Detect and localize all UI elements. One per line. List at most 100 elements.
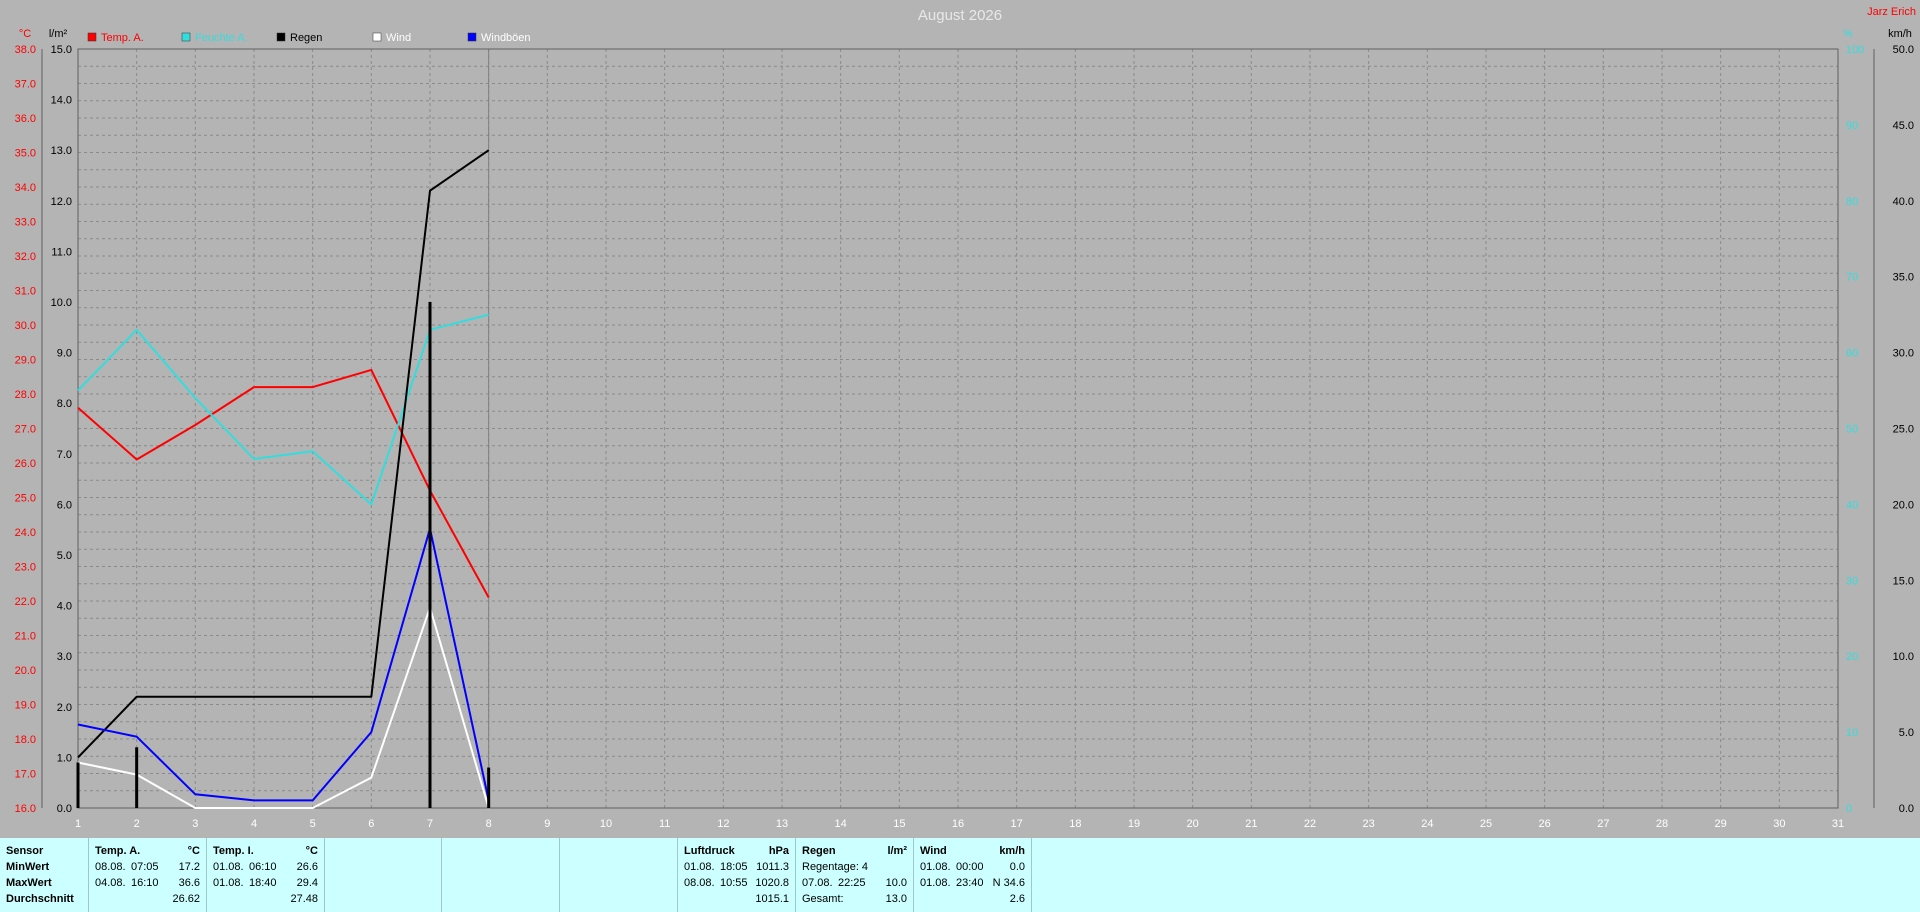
min-label: MinWert [6, 861, 50, 873]
humidity-tick-label: 30 [1846, 575, 1858, 587]
temp-tick-label: 35.0 [15, 148, 36, 160]
wind-average: 2.6 [1009, 893, 1025, 905]
x-tick-label: 21 [1245, 818, 1257, 830]
x-tick-label: 6 [368, 818, 374, 830]
wind-tick-label: 30.0 [1893, 348, 1914, 360]
temp-i-column: Temp. I. °C 01.08. 06:10 26.6 01.08. 18:40 29… [207, 838, 325, 912]
temp-tick-label: 29.0 [15, 355, 36, 367]
luftdruck-min-value: 1011.3 [756, 861, 789, 873]
wind-tick-label: 50.0 [1893, 44, 1914, 56]
x-tick-label: 14 [835, 818, 847, 830]
temp-tick-label: 21.0 [15, 631, 36, 643]
x-tick-label: 3 [192, 818, 198, 830]
wind-column: Wind km/h 01.08. 00:00 0.0 01.08. 23:40 N 34.… [914, 838, 1032, 912]
temp-tick-label: 33.0 [15, 217, 36, 229]
wind-min-time: 00:00 [956, 861, 984, 873]
temp-tick-label: 20.0 [15, 665, 36, 677]
temp-tick-label: 36.0 [15, 113, 36, 125]
temp-a-average: 26.62 [172, 893, 200, 905]
legend-swatch [372, 32, 382, 42]
x-tick-label: 20 [1187, 818, 1199, 830]
rain-tick-label: 12.0 [51, 196, 72, 208]
series-line [77, 368, 490, 598]
empty-column-2 [442, 838, 560, 912]
rain-tick-label: 1.0 [57, 752, 72, 764]
author-label: Jarz Erich [1867, 6, 1916, 18]
wind-tick-label: 0.0 [1899, 803, 1914, 815]
statistics-panel: Sensor MinWert MaxWert Durchschnitt Temp… [0, 838, 1920, 912]
series-line [77, 149, 490, 759]
temp-tick-label: 32.0 [15, 251, 36, 263]
wind-min-date: 01.08. [920, 861, 951, 873]
humidity-tick-label: 60 [1846, 348, 1858, 360]
temp-a-min-time: 07:05 [131, 861, 159, 873]
temp-tick-label: 25.0 [15, 493, 36, 505]
rain-tick-label: 0.0 [57, 803, 72, 815]
rain-tick-label: 13.0 [51, 145, 72, 157]
series-line [77, 527, 490, 802]
temp-i-min-value: 26.6 [296, 861, 318, 873]
weather-chart: August 2026 Jarz Erich°C l/m²% km/h16.017.0… [15, 6, 1916, 830]
humidity-tick-label: 50 [1846, 424, 1858, 436]
temp-a-min-value: 17.2 [178, 861, 200, 873]
wind-axis-unit: km/h [1888, 28, 1912, 40]
temp-i-max-date: 01.08. [213, 877, 244, 889]
rain-tick-label: 8.0 [57, 398, 72, 410]
regen-max-value: 10.0 [885, 877, 907, 889]
wind-min-value: 0.0 [1009, 861, 1025, 873]
temp-i-unit: °C [305, 845, 318, 857]
x-tick-label: 28 [1656, 818, 1668, 830]
x-tick-label: 7 [427, 818, 433, 830]
temp-tick-label: 31.0 [15, 286, 36, 298]
temp-tick-label: 30.0 [15, 320, 36, 332]
humidity-tick-label: 10 [1846, 727, 1858, 739]
temp-tick-label: 17.0 [15, 769, 36, 781]
regen-max-date: 07.08. [802, 877, 833, 889]
temp-tick-label: 19.0 [15, 700, 36, 712]
rain-tick-label: 7.0 [57, 449, 72, 461]
x-tick-label: 22 [1304, 818, 1316, 830]
luftdruck-max-date: 08.08. [684, 877, 715, 889]
wind-tick-label: 45.0 [1893, 120, 1914, 132]
temp-tick-label: 22.0 [15, 596, 36, 608]
temp-tick-label: 18.0 [15, 734, 36, 746]
temp-tick-label: 24.0 [15, 527, 36, 539]
rain-tick-label: 10.0 [51, 297, 72, 309]
series-line [77, 313, 489, 506]
rain-tick-label: 5.0 [57, 550, 72, 562]
regen-column: Regen l/m² Regentage: 4 07.08. 22:25 10.0 G… [796, 838, 914, 912]
luftdruck-average: 1015.1 [755, 893, 789, 905]
temp-tick-label: 28.0 [15, 389, 36, 401]
legend-label: Regen [290, 32, 322, 44]
temp-tick-label: 37.0 [15, 79, 36, 91]
temp-i-min-date: 01.08. [213, 861, 244, 873]
luftdruck-min-date: 01.08. [684, 861, 715, 873]
legend-label: Feuchte A. [195, 32, 248, 44]
regen-unit: l/m² [887, 845, 907, 857]
x-tick-label: 10 [600, 818, 612, 830]
wind-tick-label: 35.0 [1893, 272, 1914, 284]
legend-swatch [467, 32, 477, 42]
wind-max-time: 23:40 [956, 877, 984, 889]
temp-a-max-date: 04.08. [95, 877, 126, 889]
rain-tick-label: 9.0 [57, 348, 72, 360]
x-tick-label: 26 [1539, 818, 1551, 830]
temp-i-average: 27.48 [290, 893, 318, 905]
legend-label: Temp. A. [101, 32, 144, 44]
legend-label: Wind [386, 32, 411, 44]
humidity-tick-label: 0 [1846, 803, 1852, 815]
wind-tick-label: 25.0 [1893, 424, 1914, 436]
temp-tick-label: 26.0 [15, 458, 36, 470]
luftdruck-min-time: 18:05 [720, 861, 748, 873]
x-tick-label: 17 [1011, 818, 1023, 830]
chart-title: August 2026 [918, 7, 1002, 24]
legend-swatch [181, 32, 191, 42]
x-tick-label: 4 [251, 818, 257, 830]
wind-title: Wind [920, 845, 947, 857]
humidity-tick-label: 40 [1846, 499, 1858, 511]
x-tick-label: 12 [717, 818, 729, 830]
temp-tick-label: 34.0 [15, 182, 36, 194]
wind-max-date: 01.08. [920, 877, 951, 889]
avg-label: Durchschnitt [6, 893, 74, 905]
max-label: MaxWert [6, 877, 52, 889]
